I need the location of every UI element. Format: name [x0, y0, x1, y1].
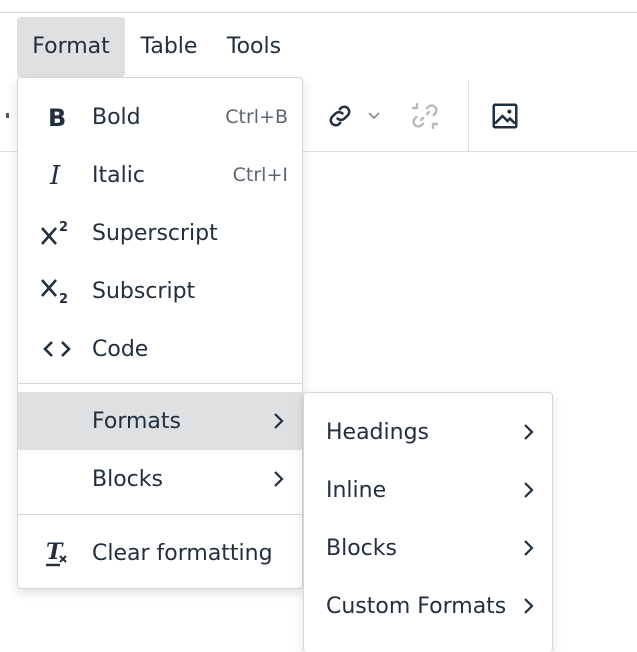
chevron-right-icon — [268, 467, 288, 491]
image-icon[interactable] — [482, 80, 528, 151]
bold-icon: B — [36, 97, 78, 137]
menu-item-label: Clear formatting — [92, 540, 273, 566]
svg-text:I: I — [49, 162, 61, 188]
menu-item-label: Blocks — [92, 466, 163, 492]
menu-item-label: Superscript — [92, 220, 218, 246]
menu-item-label: Inline — [326, 477, 387, 503]
submenu-item-headings[interactable]: Headings — [304, 403, 552, 461]
submenu-item-custom-formats[interactable]: Custom Formats — [304, 577, 552, 635]
menu-item-label: Headings — [326, 419, 430, 445]
chevron-right-icon — [518, 536, 538, 560]
link-icon[interactable] — [318, 80, 362, 151]
chevron-right-icon — [518, 594, 538, 618]
menu-item-label: Subscript — [92, 278, 196, 304]
clear-formatting-icon: T — [36, 533, 78, 573]
menu-item-label: Formats — [92, 408, 181, 434]
menu-item-label: Custom Formats — [326, 593, 507, 619]
subscript-icon: 2 — [36, 271, 78, 311]
svg-text:2: 2 — [59, 220, 68, 235]
chevron-down-icon[interactable] — [362, 80, 386, 151]
superscript-icon: 2 — [36, 213, 78, 253]
format-menu: B Bold Ctrl+B I Italic Ctrl+I 2 Superscr… — [17, 77, 303, 589]
menu-separator — [18, 514, 302, 515]
menu-item-italic[interactable]: I Italic Ctrl+I — [18, 146, 302, 204]
italic-icon: I — [36, 155, 78, 195]
chevron-right-icon — [268, 409, 288, 433]
menu-format[interactable]: Format — [17, 17, 125, 77]
svg-text:2: 2 — [59, 292, 68, 306]
toolbar-divider — [468, 80, 469, 151]
menu-item-blocks[interactable]: Blocks — [18, 450, 302, 508]
menu-item-label: Italic — [92, 162, 145, 188]
shortcut-label: Ctrl+B — [225, 106, 288, 128]
menu-item-superscript[interactable]: 2 Superscript — [18, 204, 302, 262]
menu-separator — [18, 383, 302, 384]
code-icon — [36, 329, 78, 369]
menu-table[interactable]: Table — [134, 17, 204, 77]
menu-item-label: Blocks — [326, 535, 397, 561]
submenu-item-inline[interactable]: Inline — [304, 461, 552, 519]
menubar: Format Table Tools — [0, 13, 637, 79]
toolbar-edge-fragment — [6, 113, 9, 118]
menu-item-label: Bold — [92, 104, 141, 130]
menu-item-subscript[interactable]: 2 Subscript — [18, 262, 302, 320]
menu-item-code[interactable]: Code — [18, 320, 302, 378]
formats-submenu: Headings Inline Blocks Custom Formats — [303, 392, 553, 652]
unlink-icon[interactable] — [400, 80, 450, 151]
chevron-right-icon — [518, 478, 538, 502]
svg-text:B: B — [48, 105, 66, 129]
chevron-right-icon — [518, 420, 538, 444]
menu-item-label: Code — [92, 336, 149, 362]
menu-tools[interactable]: Tools — [218, 17, 290, 77]
submenu-item-blocks[interactable]: Blocks — [304, 519, 552, 577]
menu-item-clear-formatting[interactable]: T Clear formatting — [18, 524, 302, 582]
menu-item-formats[interactable]: Formats — [18, 392, 302, 450]
shortcut-label: Ctrl+I — [232, 164, 288, 186]
menu-item-bold[interactable]: B Bold Ctrl+B — [18, 88, 302, 146]
